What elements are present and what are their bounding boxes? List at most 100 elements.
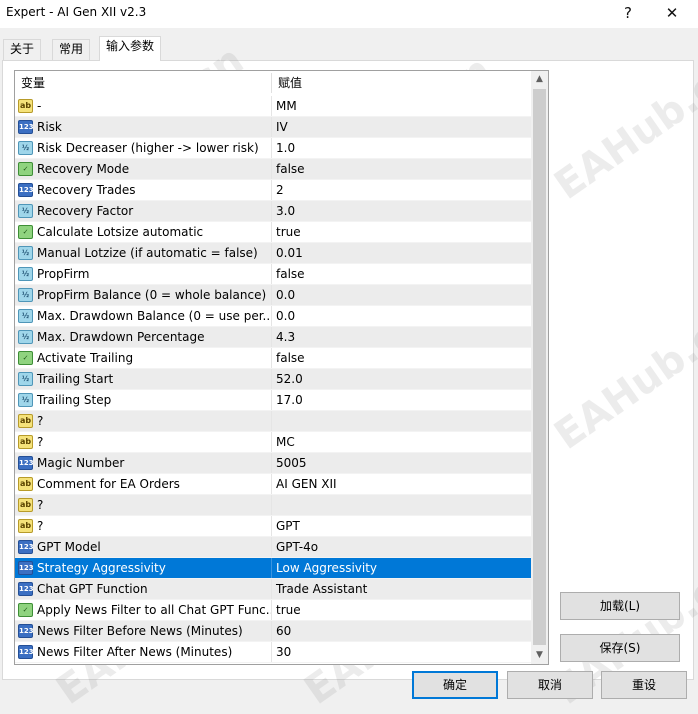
parameters-grid[interactable]: 变量 赋值 ab - MM 123 Risk IV ½ Risk Decreaser (hi… <box>14 70 549 665</box>
help-button[interactable]: ? <box>608 0 648 28</box>
param-value-cell[interactable] <box>271 495 532 515</box>
load-button[interactable]: 加载(L) <box>560 592 680 620</box>
param-value-cell[interactable]: 4.3 <box>271 327 532 347</box>
param-variable-cell[interactable]: 123 Recovery Trades <box>15 180 271 200</box>
tab-common[interactable]: 常用 <box>52 39 91 60</box>
param-row[interactable]: ½ Risk Decreaser (higher -> lower risk) 1.… <box>15 138 532 159</box>
param-value-cell[interactable]: false <box>271 159 532 179</box>
save-button[interactable]: 保存(S) <box>560 634 680 662</box>
param-row[interactable]: 123 Magic Number 5005 <box>15 453 532 474</box>
param-variable-cell[interactable]: ab? <box>15 495 271 515</box>
param-row[interactable]: ✓ Apply News Filter to all Chat GPT Func.… <box>15 600 532 621</box>
param-variable-cell[interactable]: 123 GPT Model <box>15 537 271 557</box>
param-variable-cell[interactable]: 123 News Filter Before News (Minutes) <box>15 621 271 641</box>
param-value-cell[interactable]: MC <box>271 432 532 452</box>
param-value-cell[interactable]: true <box>271 600 532 620</box>
param-row[interactable]: ½ Recovery Factor 3.0 <box>15 201 532 222</box>
param-variable-cell[interactable]: ½ Trailing Start <box>15 369 271 389</box>
param-row[interactable]: ½ Trailing Start 52.0 <box>15 369 532 390</box>
param-variable-cell[interactable]: ✓ Apply News Filter to all Chat GPT Func.… <box>15 600 271 620</box>
param-variable-cell[interactable]: 123 Chat GPT Function <box>15 579 271 599</box>
param-value-cell[interactable]: 2 <box>271 180 532 200</box>
param-variable-cell[interactable]: ab Comment for EA Orders <box>15 474 271 494</box>
param-variable-cell[interactable]: 123 News Filter After News (Minutes) <box>15 642 271 662</box>
param-row[interactable]: ✓ Activate Trailing false <box>15 348 532 369</box>
param-variable-cell[interactable]: ab? <box>15 432 271 452</box>
vertical-scrollbar[interactable]: ▲ ▼ <box>531 71 548 664</box>
scroll-up-icon[interactable]: ▲ <box>531 71 548 88</box>
param-variable-cell[interactable]: ✓ Recovery Mode <box>15 159 271 179</box>
param-value-cell[interactable]: 0.0 <box>271 306 532 326</box>
param-variable-cell[interactable]: ½ Max. Drawdown Percentage <box>15 327 271 347</box>
param-row[interactable]: ½ Max. Drawdown Balance (0 = use per... 0.… <box>15 306 532 327</box>
param-variable-cell[interactable]: ab - <box>15 96 271 116</box>
param-row[interactable]: ½ Manual Lotzize (if automatic = false) 0.… <box>15 243 532 264</box>
param-value-cell[interactable]: GPT <box>271 516 532 536</box>
header-variable[interactable]: 变量 <box>15 71 271 95</box>
param-value-cell[interactable]: Trade Assistant <box>271 579 532 599</box>
param-variable-cell[interactable]: ½ Max. Drawdown Balance (0 = use per... <box>15 306 271 326</box>
param-value-cell[interactable]: IV <box>271 117 532 137</box>
param-value-cell[interactable]: 52.0 <box>271 369 532 389</box>
param-value-cell[interactable]: GPT-4o <box>271 537 532 557</box>
param-value-cell[interactable]: MM <box>271 96 532 116</box>
param-row[interactable]: ab? MC <box>15 432 532 453</box>
param-value-cell[interactable]: false <box>271 348 532 368</box>
param-variable-cell[interactable]: ½ Trailing Step <box>15 390 271 410</box>
param-value-cell[interactable]: AI GEN XII <box>271 474 532 494</box>
param-variable-cell[interactable]: 123 Risk <box>15 117 271 137</box>
param-row[interactable]: 123 News Filter Before News (Minutes) 60 <box>15 621 532 642</box>
param-value-cell[interactable]: 30 <box>271 642 532 662</box>
param-value-cell[interactable] <box>271 411 532 431</box>
param-variable-cell[interactable]: ½ Recovery Factor <box>15 201 271 221</box>
param-row[interactable]: 123 GPT Model GPT-4o <box>15 537 532 558</box>
param-row[interactable]: 123 Chat GPT Function Trade Assistant <box>15 579 532 600</box>
param-variable-cell[interactable]: ½ Risk Decreaser (higher -> lower risk) <box>15 138 271 158</box>
param-value-cell[interactable]: 17.0 <box>271 390 532 410</box>
param-row[interactable]: ½ Trailing Step 17.0 <box>15 390 532 411</box>
param-variable-cell[interactable]: ab? <box>15 411 271 431</box>
param-row[interactable]: ab? <box>15 495 532 516</box>
param-variable-cell[interactable]: ½ PropFirm <box>15 264 271 284</box>
param-value-cell[interactable]: 0.01 <box>271 243 532 263</box>
header-value[interactable]: 赋值 <box>272 71 532 95</box>
tab-inputs[interactable]: 输入参数 <box>99 36 162 61</box>
param-row[interactable]: ab? <box>15 411 532 432</box>
param-value-cell[interactable]: 3.0 <box>271 201 532 221</box>
param-value-cell[interactable]: 5005 <box>271 453 532 473</box>
param-variable-cell[interactable]: ½ PropFirm Balance (0 = whole balance) <box>15 285 271 305</box>
reset-button[interactable]: 重设 <box>601 671 687 699</box>
ok-button[interactable]: 确定 <box>412 671 498 699</box>
param-value-cell[interactable]: 0.0 <box>271 285 532 305</box>
param-row[interactable]: ab? GPT <box>15 516 532 537</box>
param-value-cell[interactable]: Low Aggressivity <box>271 558 532 578</box>
param-row[interactable]: ab Comment for EA Orders AI GEN XII <box>15 474 532 495</box>
integer-type-icon: 123 <box>18 624 34 638</box>
param-variable-cell[interactable]: ab? <box>15 516 271 536</box>
param-value-cell[interactable]: true <box>271 222 532 242</box>
param-variable-cell[interactable]: ✓ Calculate Lotsize automatic <box>15 222 271 242</box>
param-row[interactable]: ½ PropFirm Balance (0 = whole balance) 0.0 <box>15 285 532 306</box>
param-variable-cell[interactable]: ½ Manual Lotzize (if automatic = false) <box>15 243 271 263</box>
scroll-thumb[interactable] <box>533 89 546 645</box>
param-value-cell[interactable]: 1.0 <box>271 138 532 158</box>
param-variable-cell[interactable]: 123 Magic Number <box>15 453 271 473</box>
cancel-button[interactable]: 取消 <box>507 671 593 699</box>
param-variable-cell[interactable]: ✓ Activate Trailing <box>15 348 271 368</box>
param-row[interactable]: ½ PropFirm false <box>15 264 532 285</box>
grid-header: 变量 赋值 <box>15 71 532 95</box>
param-row[interactable]: ✓ Calculate Lotsize automatic true <box>15 222 532 243</box>
param-row[interactable]: ✓ Recovery Mode false <box>15 159 532 180</box>
scroll-down-icon[interactable]: ▼ <box>531 647 548 664</box>
param-value-cell[interactable]: 60 <box>271 621 532 641</box>
param-row[interactable]: ½ Max. Drawdown Percentage 4.3 <box>15 327 532 348</box>
tab-about[interactable]: 关于 <box>3 39 42 60</box>
param-row[interactable]: 123 Recovery Trades 2 <box>15 180 532 201</box>
param-row[interactable]: ab - MM <box>15 96 532 117</box>
param-value-cell[interactable]: false <box>271 264 532 284</box>
param-row[interactable]: 123 News Filter After News (Minutes) 30 <box>15 642 532 663</box>
param-row[interactable]: 123 Strategy Aggressivity Low Aggressivity <box>15 558 532 579</box>
close-button[interactable]: ✕ <box>652 0 692 28</box>
param-row[interactable]: 123 Risk IV <box>15 117 532 138</box>
param-variable-cell[interactable]: 123 Strategy Aggressivity <box>15 558 271 578</box>
